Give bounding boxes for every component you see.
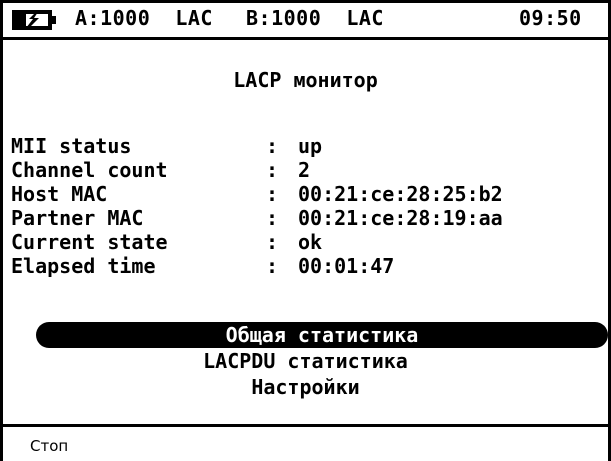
info-row-channel-count: Channel count : 2 xyxy=(11,158,606,182)
status-bar: A:1000 LAC B:1000 LAC 09:50 xyxy=(0,0,611,40)
info-separator: : xyxy=(266,182,279,206)
menu-item-lacpdu-statistics[interactable]: LACPDU статистика xyxy=(0,348,611,374)
info-separator: : xyxy=(266,254,279,278)
info-separator: : xyxy=(266,206,279,230)
menu-item-settings[interactable]: Настройки xyxy=(0,374,611,400)
info-row-mii-status: MII status : up xyxy=(11,134,606,158)
page-title: LACP монитор xyxy=(233,68,378,92)
info-label: Elapsed time xyxy=(11,254,156,278)
info-separator: : xyxy=(266,134,279,158)
info-label: Current state xyxy=(11,230,168,254)
info-value: 00:01:47 xyxy=(298,254,395,278)
info-row-current-state: Current state : ok xyxy=(11,230,606,254)
info-label: Host MAC xyxy=(11,182,108,206)
lacp-info-list: MII status : up Channel count : 2 Host M… xyxy=(11,134,606,278)
softkey-divider xyxy=(0,424,611,427)
info-label: Partner MAC xyxy=(11,206,144,230)
info-row-partner-mac: Partner MAC : 00:21:ce:28:19:aa xyxy=(11,206,606,230)
info-row-host-mac: Host MAC : 00:21:ce:28:25:b2 xyxy=(11,182,606,206)
info-label: MII status xyxy=(11,134,132,158)
info-row-elapsed-time: Elapsed time : 00:01:47 xyxy=(11,254,606,278)
menu-list: Общая статистика LACPDU статистика Настр… xyxy=(0,322,611,400)
info-label: Channel count xyxy=(11,158,168,182)
info-value: up xyxy=(298,134,323,158)
stop-softkey[interactable]: Стоп xyxy=(30,437,68,455)
port-a-status: A:1000 LAC xyxy=(75,6,213,30)
info-value: 00:21:ce:28:25:b2 xyxy=(298,182,503,206)
battery-charging-icon xyxy=(12,10,56,30)
info-separator: : xyxy=(266,230,279,254)
info-value: 00:21:ce:28:19:aa xyxy=(298,206,503,230)
info-value: 2 xyxy=(298,158,311,182)
menu-item-general-statistics[interactable]: Общая статистика xyxy=(36,322,608,348)
info-value: ok xyxy=(298,230,323,254)
clock: 09:50 xyxy=(519,6,582,30)
info-separator: : xyxy=(266,158,279,182)
port-b-status: B:1000 LAC xyxy=(246,6,384,30)
